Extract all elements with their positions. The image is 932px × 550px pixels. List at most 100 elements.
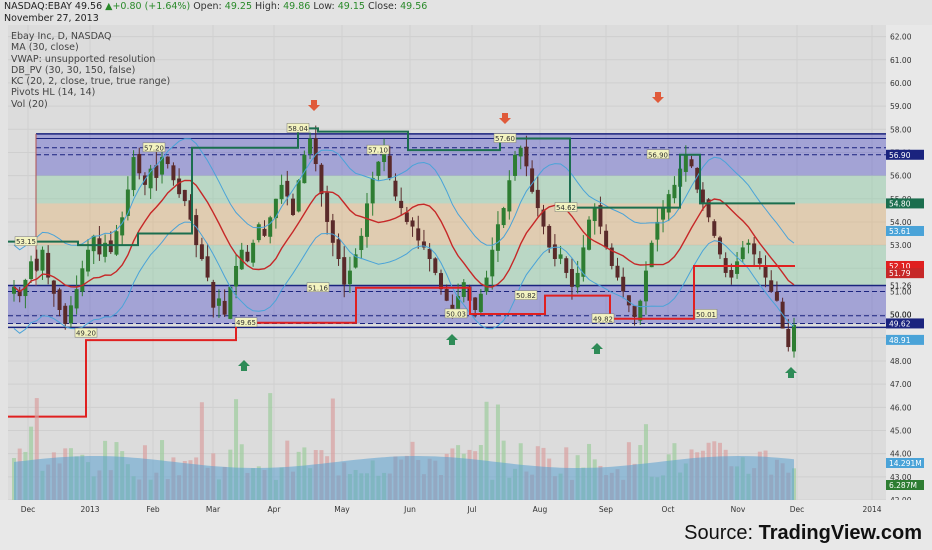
price-axis-label: 51.26 bbox=[890, 281, 912, 290]
candle-body bbox=[558, 254, 563, 259]
price-mark-label: 14.291M bbox=[889, 459, 922, 468]
indicator-item[interactable]: Vol (20) bbox=[11, 99, 170, 110]
price-tick-label: 53.00 bbox=[890, 241, 912, 250]
price-mark-label: 49.62 bbox=[889, 319, 911, 328]
candle-body bbox=[370, 177, 375, 204]
candle-body bbox=[182, 189, 187, 202]
pivot-label: 49.20 bbox=[76, 330, 96, 338]
time-tick-label: 2014 bbox=[862, 505, 881, 514]
indicator-item[interactable]: Pivots HL (14, 14) bbox=[11, 87, 170, 98]
candle-body bbox=[336, 239, 341, 260]
price-mark-label: 56.90 bbox=[889, 151, 911, 160]
candle-body bbox=[564, 258, 569, 273]
candle-body bbox=[632, 305, 637, 317]
candle bbox=[695, 167, 700, 194]
candle-body bbox=[290, 198, 295, 215]
candle-body bbox=[649, 242, 654, 268]
candle-body bbox=[774, 291, 779, 301]
candle-body bbox=[51, 280, 56, 294]
candle-body bbox=[251, 242, 256, 263]
candle-body bbox=[228, 286, 233, 319]
candle-body bbox=[763, 266, 768, 278]
candle bbox=[712, 219, 717, 238]
candle-body bbox=[575, 272, 580, 288]
candle-body bbox=[91, 235, 96, 252]
candle-body bbox=[131, 157, 136, 191]
candle-body bbox=[752, 243, 757, 255]
volume-average-area bbox=[14, 456, 794, 500]
indicator-item[interactable]: VWAP: unsupported resolution bbox=[11, 54, 170, 65]
candle-body bbox=[683, 154, 688, 172]
candle-body bbox=[194, 215, 199, 246]
pivot-label: 57.60 bbox=[495, 135, 515, 143]
candle-body bbox=[165, 156, 170, 165]
candle-body bbox=[347, 270, 352, 285]
candle-body bbox=[569, 269, 574, 287]
candle-body bbox=[222, 300, 227, 315]
candle-body bbox=[535, 189, 540, 209]
price-mark-label: 51.79 bbox=[889, 269, 911, 278]
candle-body bbox=[792, 324, 796, 352]
candle-body bbox=[376, 161, 381, 176]
indicator-item[interactable]: Ebay Inc, D, NASDAQ bbox=[11, 31, 170, 42]
pivot-label: 50.03 bbox=[446, 310, 466, 318]
pivot-label: 50.82 bbox=[516, 292, 536, 300]
candle-body bbox=[439, 273, 444, 290]
indicator-item[interactable]: KC (20, 2, close, true, true range) bbox=[11, 76, 170, 87]
candle-body bbox=[387, 155, 392, 178]
candle-body bbox=[484, 277, 489, 292]
candle-body bbox=[393, 180, 398, 197]
candle-body bbox=[125, 189, 130, 216]
candle-body bbox=[672, 184, 677, 199]
candle-body bbox=[427, 248, 432, 260]
candle-body bbox=[700, 189, 705, 204]
candle-body bbox=[97, 238, 102, 255]
time-tick-label: Aug bbox=[533, 505, 548, 514]
time-tick-label: Dec bbox=[790, 505, 805, 514]
indicator-item[interactable]: MA (30, close) bbox=[11, 42, 170, 53]
candle-body bbox=[587, 219, 592, 250]
time-tick-label: Feb bbox=[146, 505, 160, 514]
candle-body bbox=[308, 138, 313, 154]
time-tick-label: Jul bbox=[466, 505, 476, 514]
candle-body bbox=[433, 258, 438, 273]
price-tick-label: 46.00 bbox=[890, 403, 912, 412]
price-tick-label: 61.00 bbox=[890, 56, 912, 65]
candle-body bbox=[57, 289, 62, 310]
candle-body bbox=[643, 270, 648, 302]
pivot-label: 58.04 bbox=[288, 125, 309, 133]
pivot-label: 57.10 bbox=[368, 147, 388, 155]
price-tick-label: 62.00 bbox=[890, 33, 912, 42]
candle-body bbox=[319, 164, 324, 195]
candle-body bbox=[29, 261, 34, 280]
source-label: Source: bbox=[684, 522, 754, 544]
candle-body bbox=[330, 220, 335, 243]
candle-body bbox=[262, 228, 267, 236]
price-tick-label: 45.00 bbox=[890, 426, 912, 435]
candle-body bbox=[410, 220, 415, 227]
source-credit: Source: TradingView.com bbox=[684, 522, 922, 545]
candle-body bbox=[655, 221, 660, 240]
candle-body bbox=[216, 298, 221, 306]
candle-body bbox=[478, 293, 483, 313]
price-tick-label: 59.00 bbox=[890, 102, 912, 111]
price-tick-label: 56.00 bbox=[890, 172, 912, 181]
open-value: 49.25 bbox=[224, 1, 252, 12]
candle-body bbox=[786, 328, 791, 348]
indicator-item[interactable]: DB_PV (30, 30, 150, false) bbox=[11, 65, 170, 76]
candle-body bbox=[177, 178, 182, 195]
candle-body bbox=[461, 282, 466, 297]
candle-body bbox=[518, 147, 523, 157]
time-tick-label: Mar bbox=[206, 505, 221, 514]
price-mark-label: 53.61 bbox=[889, 227, 911, 236]
candle-body bbox=[268, 217, 273, 237]
pivot-label: 56.90 bbox=[648, 151, 668, 159]
open-label: Open: bbox=[193, 1, 222, 12]
candle-body bbox=[621, 276, 626, 292]
price-tick-label: 60.00 bbox=[890, 79, 912, 88]
candle bbox=[302, 150, 307, 184]
candle-body bbox=[279, 184, 284, 200]
candle-body bbox=[234, 265, 239, 287]
candle-body bbox=[513, 154, 518, 176]
indicator-list: Ebay Inc, D, NASDAQ MA (30, close) VWAP:… bbox=[11, 31, 170, 110]
